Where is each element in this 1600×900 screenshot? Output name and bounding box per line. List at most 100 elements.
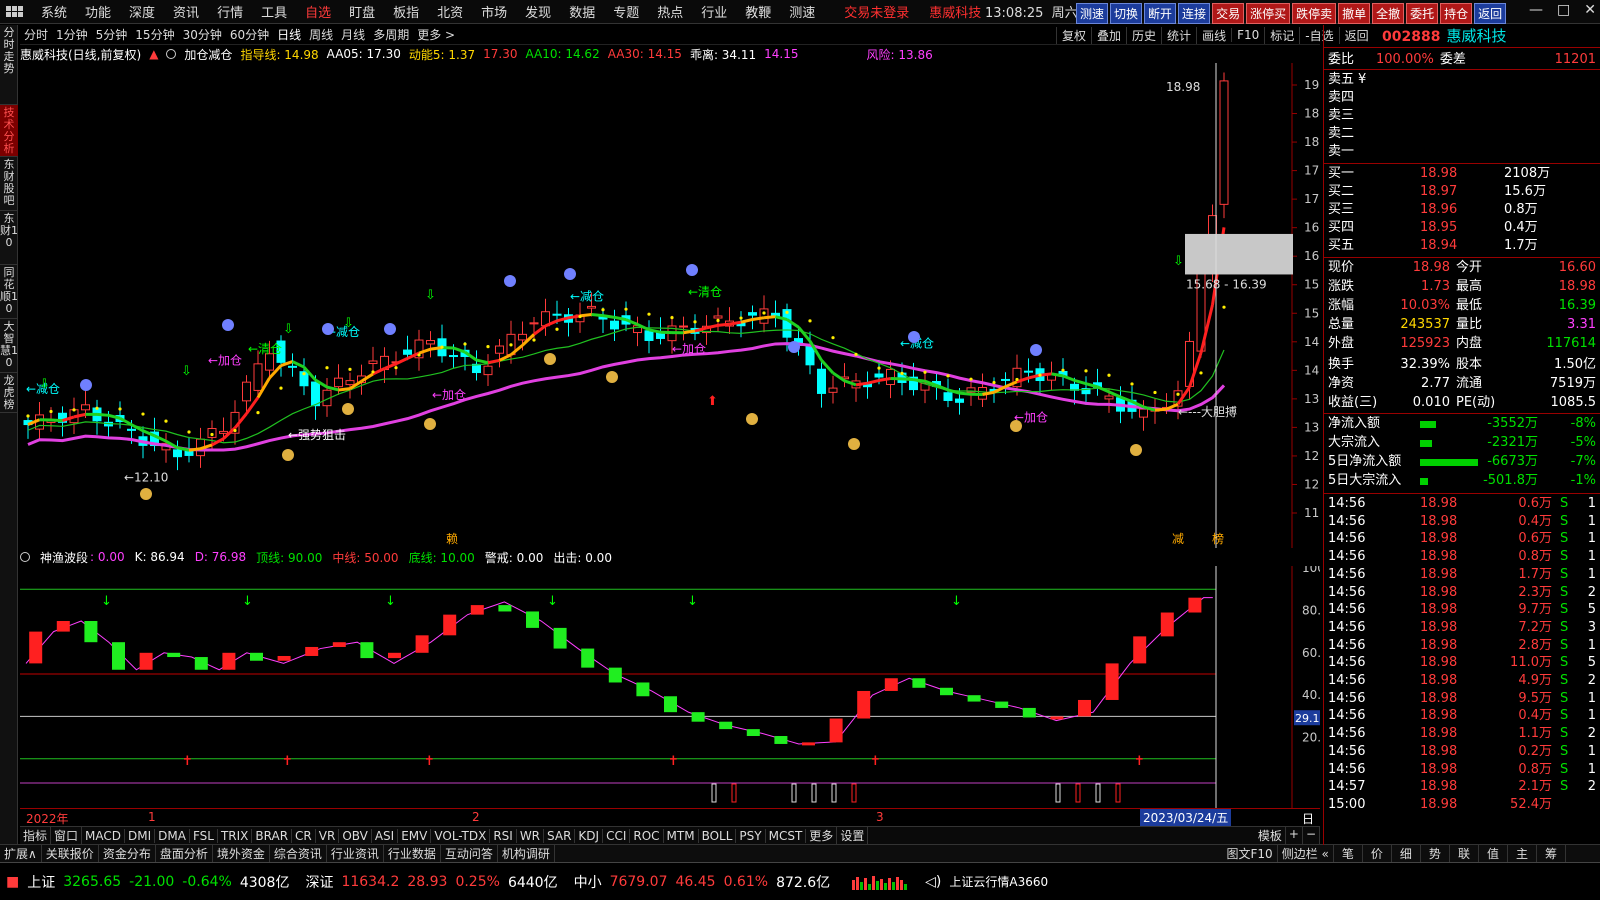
period-0[interactable]: 分时: [20, 26, 52, 43]
menu-item-6[interactable]: 自选: [296, 2, 340, 21]
quick-button-5[interactable]: 涨停买: [1246, 3, 1291, 24]
sz-index-name[interactable]: 深证: [305, 872, 333, 892]
side-tab-2[interactable]: 笔: [1334, 845, 1363, 862]
period-8[interactable]: 月线: [337, 26, 369, 43]
indicator-tab-6[interactable]: TRIX: [218, 828, 253, 843]
menu-item-11[interactable]: 发现: [516, 2, 560, 21]
collapse-icon[interactable]: [20, 552, 30, 562]
chart-tool-5[interactable]: F10: [1231, 28, 1264, 42]
indicator-tab-2[interactable]: MACD: [82, 828, 126, 843]
menu-item-1[interactable]: 功能: [76, 2, 120, 21]
menu-item-14[interactable]: 热点: [648, 2, 692, 21]
sub-indicator-chart[interactable]: 100.0 80.00 60.00 40.00 20.00 29.14 ↓ ↓ ↓ ↓ ↓ ↓ ✝ ✝ ✝ ✝…: [20, 561, 1336, 826]
period-7[interactable]: 周线: [305, 26, 337, 43]
bottom-tab-4[interactable]: 境外资金: [213, 845, 270, 862]
side-tab-3[interactable]: 价: [1363, 845, 1392, 862]
period-6[interactable]: 日线: [273, 26, 305, 43]
side-tab-5[interactable]: 势: [1421, 845, 1450, 862]
indicator-tab-20[interactable]: MTM: [664, 828, 699, 843]
indicator-tab-9[interactable]: VR: [316, 828, 340, 843]
maximize-icon[interactable]: □: [1557, 2, 1570, 18]
quick-button-8[interactable]: 全撤: [1372, 3, 1405, 24]
side-tab-6[interactable]: 联: [1450, 845, 1479, 862]
quick-button-10[interactable]: 持仓: [1440, 3, 1473, 24]
chart-tool-3[interactable]: 统计: [1161, 26, 1196, 44]
left-tab-4[interactable]: 同花顺10: [0, 265, 18, 319]
quick-button-7[interactable]: 撤单: [1338, 3, 1371, 24]
menu-item-4[interactable]: 行情: [208, 2, 252, 21]
menu-item-5[interactable]: 工具: [252, 2, 296, 21]
menu-item-9[interactable]: 北资: [428, 2, 472, 21]
period-10[interactable]: 更多 >: [413, 26, 459, 43]
menu-item-12[interactable]: 数据: [560, 2, 604, 21]
side-tab-4[interactable]: 细: [1392, 845, 1421, 862]
menu-item-17[interactable]: 测速: [780, 2, 824, 21]
indicator-tab-5[interactable]: FSL: [190, 828, 218, 843]
quick-button-6[interactable]: 跌停卖: [1292, 3, 1337, 24]
indicator-tab-right-0[interactable]: 模板: [1255, 827, 1286, 844]
left-tab-2[interactable]: 东财股吧: [0, 157, 18, 211]
quick-button-4[interactable]: 交易: [1212, 3, 1245, 24]
toggle-circle-icon[interactable]: [166, 49, 177, 59]
indicator-tab-17[interactable]: KDJ: [575, 828, 604, 843]
menu-item-8[interactable]: 板指: [384, 2, 428, 21]
left-tab-0[interactable]: 分时走势: [0, 25, 18, 105]
left-tab-1[interactable]: 技术分析: [0, 105, 18, 157]
left-tab-6[interactable]: 龙虎榜: [0, 373, 18, 413]
quick-button-11[interactable]: 返回: [1474, 3, 1507, 24]
indicator-tab-right-1[interactable]: +: [1286, 827, 1303, 844]
indicator-tab-right-2[interactable]: −: [1303, 827, 1320, 844]
indicator-tab-21[interactable]: BOLL: [699, 828, 737, 843]
speaker-icon[interactable]: ◁): [925, 874, 941, 890]
bottom-tab-1[interactable]: 关联报价: [42, 845, 99, 862]
chart-tool-6[interactable]: 标记: [1264, 26, 1299, 44]
left-tab-3[interactable]: 东财10: [0, 211, 18, 265]
kline-chart[interactable]: 19.00 18.50 18.00 17.50 17.00 16.50 16.00 15.50…: [20, 63, 1338, 548]
indicator-tab-3[interactable]: DMI: [125, 828, 156, 843]
bottom-tab-0[interactable]: 扩展∧: [0, 845, 42, 862]
chart-tool-2[interactable]: 历史: [1126, 26, 1161, 44]
indicator-tab-14[interactable]: RSI: [490, 828, 517, 843]
bottom-tab-2[interactable]: 资金分布: [99, 845, 156, 862]
indicator-tab-23[interactable]: MCST: [766, 828, 807, 843]
bottom-tab-9[interactable]: 机构调研: [498, 845, 555, 862]
menu-item-10[interactable]: 市场: [472, 2, 516, 21]
indicator-tab-12[interactable]: EMV: [398, 828, 432, 843]
bottom-tab-7[interactable]: 行业数据: [384, 845, 441, 862]
menu-item-13[interactable]: 专题: [604, 2, 648, 21]
side-tab-0[interactable]: 图文F10: [1223, 845, 1278, 862]
chart-tool-1[interactable]: 叠加: [1091, 26, 1126, 44]
indicator-tab-25[interactable]: 设置: [837, 827, 869, 844]
quick-button-1[interactable]: 切换: [1110, 3, 1143, 24]
side-tab-7[interactable]: 值: [1479, 845, 1508, 862]
minimize-icon[interactable]: —: [1529, 2, 1543, 18]
quick-button-2[interactable]: 断开: [1144, 3, 1177, 24]
quick-button-3[interactable]: 连接: [1178, 3, 1211, 24]
indicator-tab-15[interactable]: WR: [517, 828, 545, 843]
sh-index-name[interactable]: 上证: [27, 872, 55, 892]
side-tab-9[interactable]: 筹: [1537, 845, 1566, 862]
indicator-tab-7[interactable]: BRAR: [252, 828, 293, 843]
sub-indicator-name[interactable]: 神渔波段: [40, 549, 88, 566]
indicator-tab-13[interactable]: VOL-TDX: [431, 828, 491, 843]
indicator-mode[interactable]: 加仓减仓: [184, 46, 232, 63]
indicator-tab-4[interactable]: DMA: [155, 828, 190, 843]
side-tab-8[interactable]: 主: [1508, 845, 1537, 862]
menu-item-16[interactable]: 教鞭: [736, 2, 780, 21]
menu-item-0[interactable]: 系统: [32, 2, 76, 21]
indicator-tab-1[interactable]: 窗口: [51, 827, 83, 844]
period-2[interactable]: 5分钟: [92, 26, 132, 43]
side-tab-1[interactable]: 侧边栏 «: [1278, 845, 1334, 862]
chart-tool-4[interactable]: 画线: [1196, 26, 1231, 44]
indicator-tab-11[interactable]: ASI: [372, 828, 399, 843]
chart-tool-0[interactable]: 复权: [1056, 26, 1091, 44]
indicator-tab-22[interactable]: PSY: [736, 828, 766, 843]
indicator-tab-18[interactable]: CCI: [603, 828, 631, 843]
bottom-tab-5[interactable]: 综合资讯: [270, 845, 327, 862]
indicator-tab-0[interactable]: 指标: [20, 827, 52, 844]
menu-item-15[interactable]: 行业: [692, 2, 736, 21]
close-icon[interactable]: ✕: [1584, 2, 1596, 18]
indicator-tab-10[interactable]: OBV: [339, 828, 372, 843]
period-5[interactable]: 60分钟: [226, 26, 273, 43]
app-menu-icon[interactable]: [6, 2, 26, 22]
